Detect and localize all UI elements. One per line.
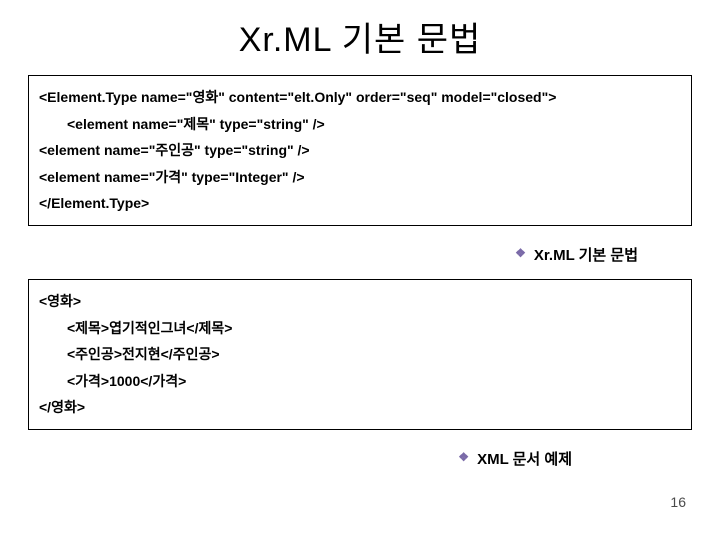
schema-code-box: <Element.Type name="영화" content="elt.Onl… bbox=[28, 75, 692, 226]
caption-text: Xr.ML 기본 문법 bbox=[534, 244, 638, 265]
code-line: <영화> bbox=[39, 288, 681, 315]
code-line: </Element.Type> bbox=[39, 190, 681, 217]
bullet-diamond-icon: ❖ bbox=[515, 246, 526, 260]
bullet-diamond-icon: ❖ bbox=[458, 450, 469, 464]
code-line: <가격>1000</가격> bbox=[39, 368, 681, 395]
caption-row-2: ❖ XML 문서 예제 bbox=[28, 442, 692, 483]
caption-text: XML 문서 예제 bbox=[477, 448, 572, 469]
code-line: <element name="주인공" type="string" /> bbox=[39, 137, 681, 164]
caption-row-1: ❖ Xr.ML 기본 문법 bbox=[28, 238, 692, 279]
code-line: <Element.Type name="영화" content="elt.Onl… bbox=[39, 84, 681, 111]
code-line: <element name="가격" type="Integer" /> bbox=[39, 164, 681, 191]
code-line: <주인공>전지현</주인공> bbox=[39, 341, 681, 368]
slide-title: Xr.ML 기본 문법 bbox=[28, 12, 692, 61]
xml-example-box: <영화> <제목>엽기적인그녀</제목> <주인공>전지현</주인공> <가격>… bbox=[28, 279, 692, 430]
code-line: <제목>엽기적인그녀</제목> bbox=[39, 315, 681, 342]
code-line: <element name="제목" type="string" /> bbox=[39, 111, 681, 138]
code-line: </영화> bbox=[39, 394, 681, 421]
page-number: 16 bbox=[670, 494, 686, 510]
